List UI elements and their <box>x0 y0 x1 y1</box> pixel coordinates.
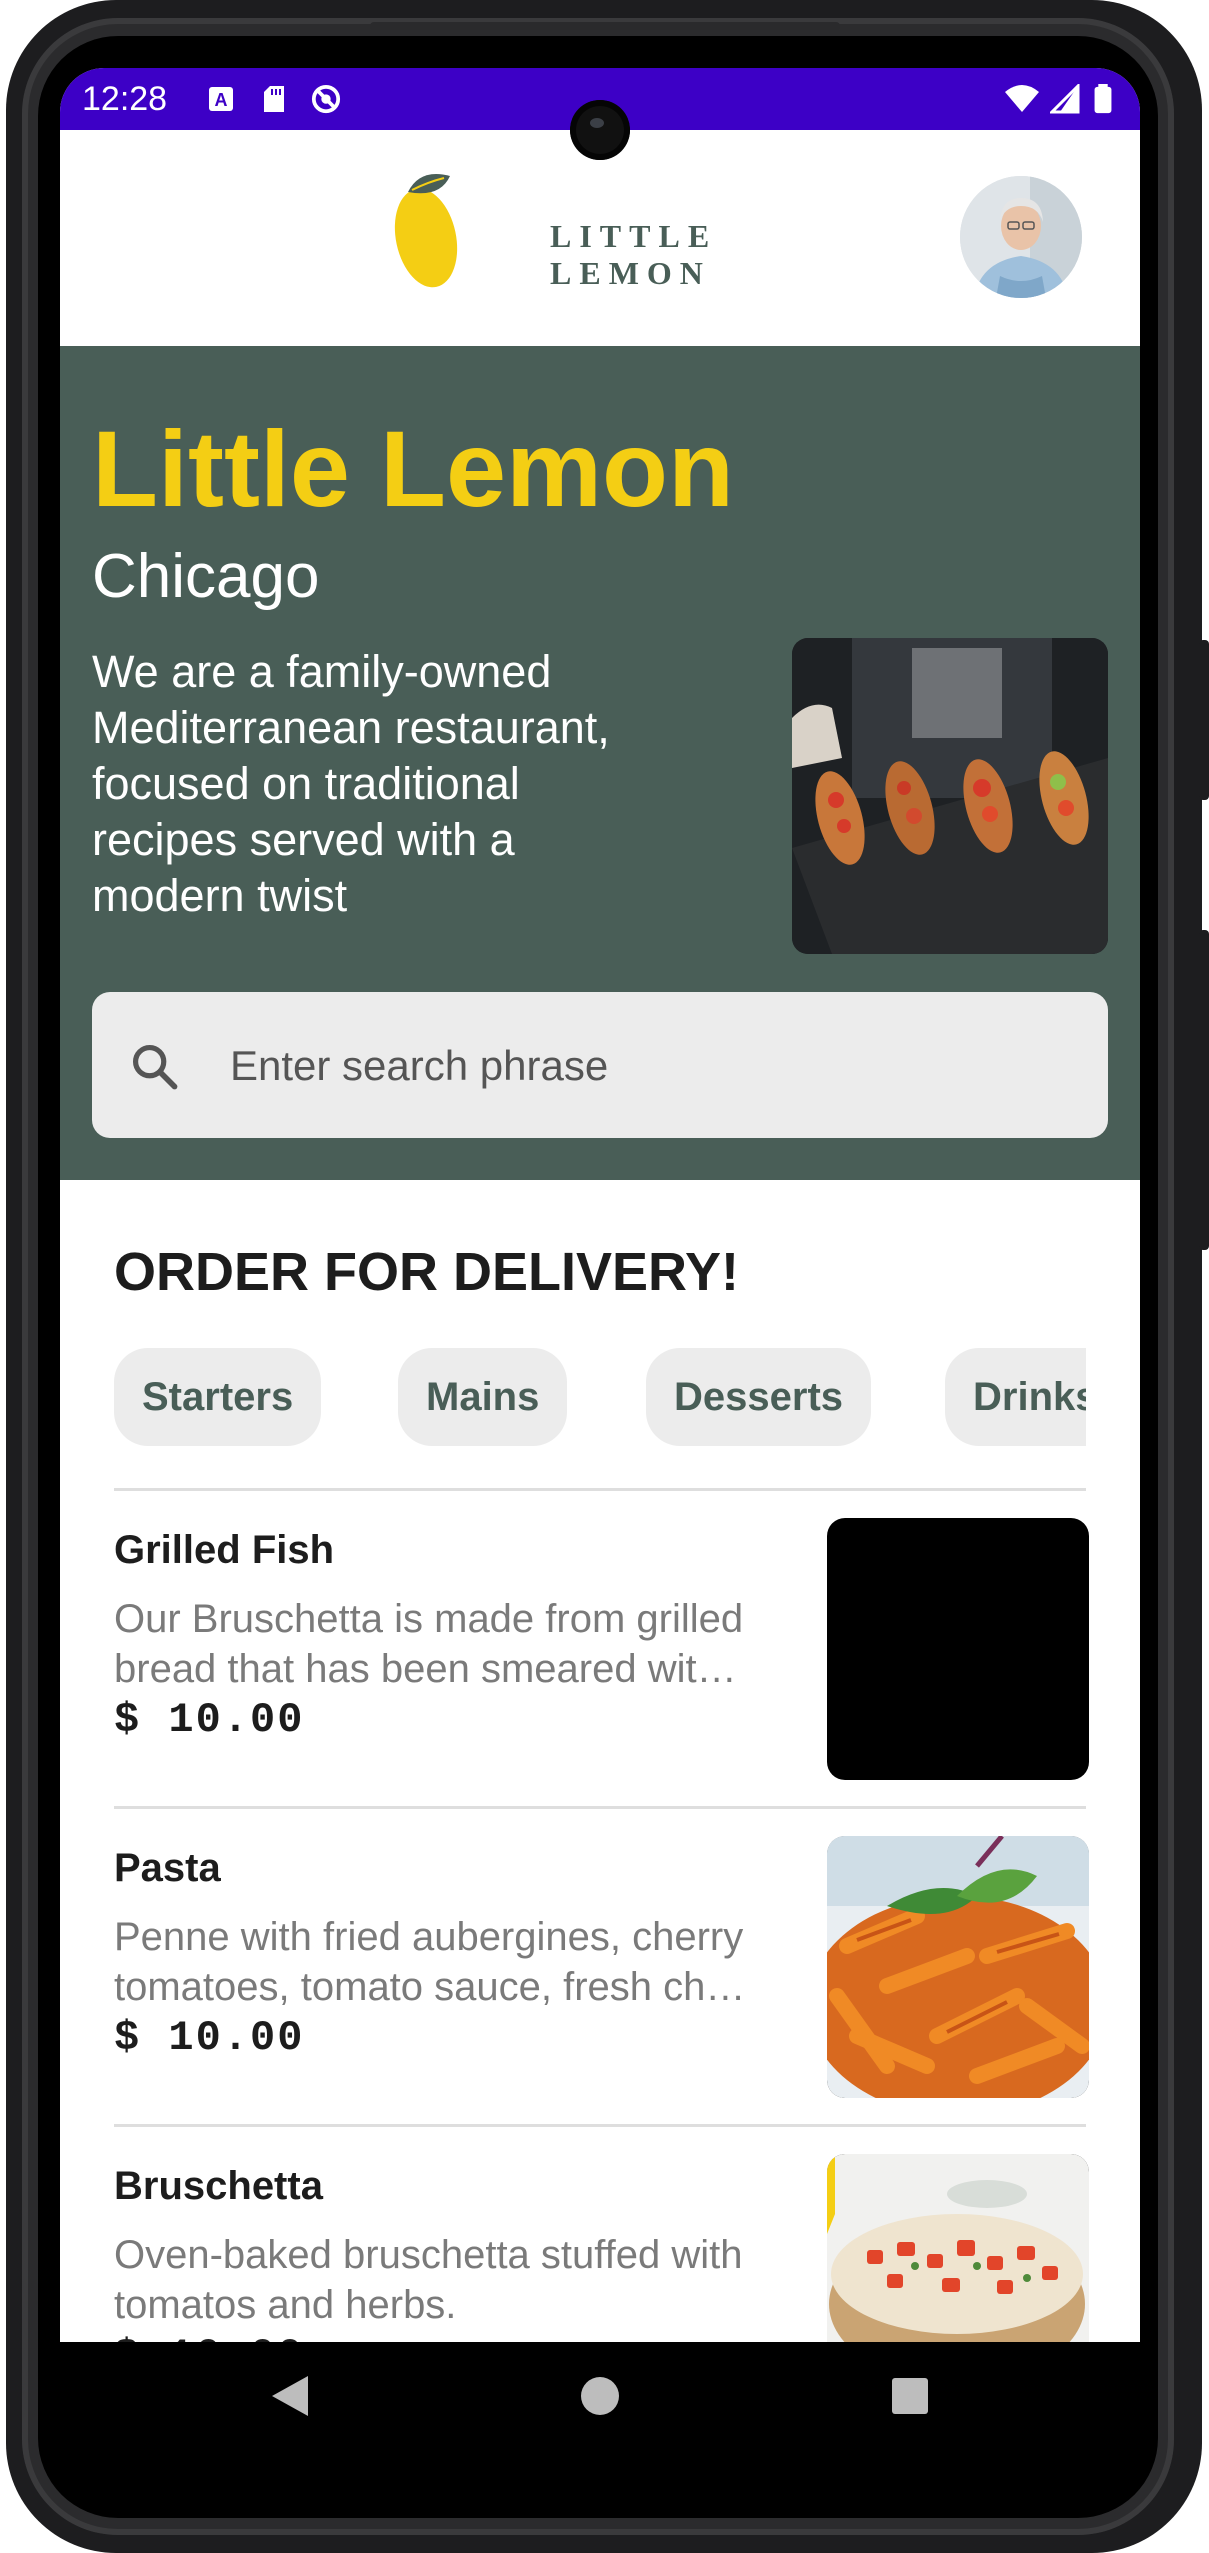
battery-icon <box>1094 84 1112 114</box>
front-camera <box>570 100 630 160</box>
order-section-title: ORDER FOR DELIVERY! <box>114 1242 740 1302</box>
app-bar: LITTLE LEMON <box>60 130 1140 346</box>
menu-item-description: Our Bruschetta is made from grilled brea… <box>114 1597 744 1691</box>
lemon-icon <box>394 174 458 288</box>
sd-card-icon <box>264 86 284 112</box>
menu-item-price: $ 10.00 <box>114 1696 305 1744</box>
menu-item-name: Grilled Fish <box>114 1528 335 1572</box>
hero-food-image <box>792 638 1108 954</box>
menu-item-name: Bruschetta <box>114 2164 323 2208</box>
menu-item-image <box>827 1836 1089 2098</box>
svg-text:A: A <box>215 90 228 110</box>
system-nav-bar <box>60 2342 1140 2468</box>
device-frame: 12:28 A LITTLE LEMON Little Lemon Chicag… <box>0 0 1209 2553</box>
menu-item-name: Pasta <box>114 1846 221 1890</box>
logo-text: LITTLE LEMON <box>550 218 718 291</box>
category-chip-desserts[interactable]: Desserts <box>646 1348 872 1446</box>
power-button <box>1199 930 1209 1250</box>
a-box-icon: A <box>209 87 233 111</box>
category-chip-drinks[interactable]: Drinks <box>945 1348 1086 1446</box>
status-time: 12:28 <box>82 80 168 118</box>
bruschetta-platter-image <box>792 638 1108 954</box>
hero-title: Little Lemon <box>92 408 734 529</box>
app-screen: 12:28 A LITTLE LEMON Little Lemon Chicag… <box>60 68 1140 2468</box>
search-input[interactable] <box>228 1028 1052 1104</box>
pasta-image <box>827 1836 1089 2098</box>
menu-item-price: $ 10.00 <box>114 2014 305 2062</box>
category-chip-starters[interactable]: Starters <box>114 1348 322 1446</box>
volume-button <box>1199 640 1209 800</box>
hero-description: We are a family-owned Mediterranean rest… <box>92 646 610 921</box>
menu-item-description: Penne with fried aubergines, cherry toma… <box>114 1915 753 2009</box>
category-chips: Starters Mains Desserts Drinks <box>114 1348 1086 1448</box>
hero-banner: Little Lemon Chicago We are a family-own… <box>60 346 1140 1180</box>
back-icon[interactable] <box>268 2372 312 2420</box>
menu-item-description: Oven-baked bruschetta stuffed with tomat… <box>114 2233 743 2327</box>
category-chip-mains[interactable]: Mains <box>398 1348 568 1446</box>
person-portrait <box>960 176 1082 298</box>
app-logo: LITTLE LEMON <box>390 172 830 292</box>
cell-signal-icon <box>1050 84 1080 114</box>
menu-item-image <box>827 1518 1089 1780</box>
search-bar[interactable] <box>92 992 1108 1138</box>
recents-icon[interactable] <box>888 2372 932 2420</box>
menu-item[interactable]: Pasta Penne with fried aubergines, cherr… <box>114 1808 1089 2124</box>
hero-city: Chicago <box>92 542 320 611</box>
wifi-icon <box>1005 85 1039 112</box>
home-icon[interactable] <box>578 2372 622 2420</box>
menu-item[interactable]: Grilled Fish Our Bruschetta is made from… <box>114 1490 1089 1806</box>
speaker-slot <box>370 22 840 30</box>
blocked-circle-icon <box>311 84 341 114</box>
search-icon <box>132 1044 178 1090</box>
profile-avatar[interactable] <box>960 176 1082 298</box>
